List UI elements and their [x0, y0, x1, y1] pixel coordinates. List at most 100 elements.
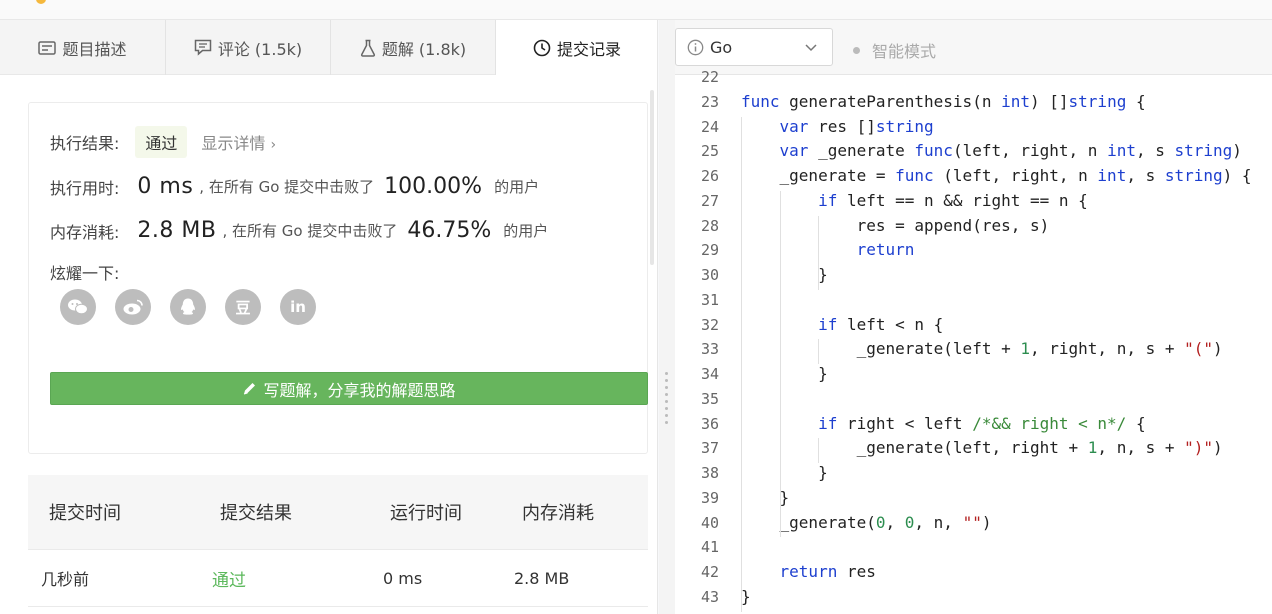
memory-label: 内存消耗:: [50, 222, 120, 242]
language-select[interactable]: Go: [675, 28, 833, 66]
indent-guide: [818, 438, 820, 463]
line-number: 36: [700, 414, 719, 433]
write-solution-button[interactable]: 写题解，分享我的解题思路: [50, 372, 648, 405]
runtime-users-text: 的用户: [494, 178, 540, 196]
chevron-down-icon: [804, 40, 818, 54]
line-number: 30: [700, 266, 719, 284]
panel-divider[interactable]: [659, 20, 675, 614]
weibo-icon[interactable]: [115, 289, 151, 325]
code-line: }: [741, 586, 751, 606]
code-line: _generate(left + 1, right, n, s + "("): [741, 339, 1223, 359]
code-line: }: [741, 487, 790, 507]
smart-mode-toggle[interactable]: 智能模式: [853, 38, 936, 62]
resize-handle[interactable]: [665, 372, 669, 432]
status-dot-icon: [853, 46, 860, 54]
line-number: 40: [700, 513, 719, 532]
pencil-icon: [242, 381, 257, 396]
douban-glyph: 豆: [235, 298, 251, 317]
info-icon: [687, 39, 704, 56]
qq-icon[interactable]: [170, 289, 206, 325]
tab-label: 评论 (1.5k): [217, 39, 303, 59]
show-details-label: 显示详情: [201, 134, 266, 153]
linkedin-glyph: in: [290, 298, 306, 316]
code-line: res = append(res, s): [741, 215, 1050, 235]
line-number: 34: [700, 365, 719, 383]
indent-guide: [818, 215, 820, 290]
memory-value: 2.8 MB: [137, 218, 217, 243]
row-runtime: 0 ms: [383, 568, 423, 588]
line-number: 41: [700, 538, 719, 557]
brand-dot: [36, 0, 46, 4]
language-value: Go: [710, 37, 733, 57]
line-number: 29: [700, 241, 719, 260]
code-line: if left == n && right == n {: [818, 190, 1088, 210]
show-details-link[interactable]: 显示详情 ›: [201, 130, 276, 154]
line-number: 42: [700, 563, 719, 581]
code-line: _generate(0, 0, n, ""): [741, 512, 992, 532]
line-number: 25: [700, 142, 719, 161]
row-submit-time: 几秒前: [41, 570, 90, 589]
flask-icon: [360, 39, 376, 57]
result-card: 执行结果: 通过 显示详情 › 执行用时: 0 ms , 在所有 Go 提交中击…: [28, 102, 648, 454]
line-number: 35: [700, 389, 719, 408]
line-number: 31: [700, 290, 719, 309]
clock-icon: [533, 39, 551, 57]
line-number: 28: [700, 216, 719, 235]
table-row[interactable]: 几秒前 通过 0 ms 2.8 MB: [28, 549, 648, 607]
tab-solutions[interactable]: 题解 (1.8k): [331, 20, 496, 75]
header-runtime: 运行时间: [390, 503, 462, 524]
tab-label: 提交记录: [556, 40, 621, 59]
line-number: 43: [700, 587, 719, 606]
comment-icon: [194, 39, 212, 56]
code-editor[interactable]: 22 23 func generateParenthesis(n int) []st…: [675, 68, 1272, 614]
indent-guide: [741, 116, 742, 612]
editor-panel: Go 智能模式 22 23 func generateParenthesis(n i…: [675, 20, 1272, 614]
wechat-icon[interactable]: [60, 289, 96, 325]
line-number: 39: [700, 488, 719, 507]
douban-icon[interactable]: 豆: [225, 289, 261, 325]
line-number: 27: [700, 191, 719, 210]
code-line: _generate(left, right + 1, n, s + ")"): [741, 438, 1223, 458]
submissions-table: 提交时间 提交结果 运行时间 内存消耗 几秒前 通过 0 ms 2.8 MB: [28, 475, 648, 607]
line-number: 33: [700, 340, 719, 359]
code-line: if right < left /*&& right < n*/ {: [818, 413, 1146, 433]
line-number: 38: [700, 464, 719, 482]
leetcode-app: 题目描述 评论 (1.5k) 题解 (1.8k) 提交记录 执行结果: 通过 显…: [0, 0, 1272, 614]
code-line: func generateParenthesis(n int) []string…: [741, 91, 1146, 111]
code-line: }: [741, 364, 828, 383]
tab-description[interactable]: 题目描述: [0, 20, 166, 75]
left-panel: 题目描述 评论 (1.5k) 题解 (1.8k) 提交记录 执行结果: 通过 显…: [0, 20, 658, 614]
linkedin-icon[interactable]: in: [280, 289, 316, 325]
share-label: 炫耀一下:: [50, 264, 120, 283]
runtime-label: 执行用时:: [50, 178, 120, 198]
chevron-right-icon: ›: [270, 137, 277, 153]
indent-guide: [779, 190, 781, 538]
tab-submissions[interactable]: 提交记录: [496, 20, 657, 76]
tab-label: 题解 (1.8k): [381, 39, 467, 59]
row-result-link[interactable]: 通过: [212, 566, 246, 591]
code-line: if left < n {: [818, 314, 944, 334]
header-memory: 内存消耗: [522, 503, 594, 524]
runtime-row: 执行用时: 0 ms , 在所有 Go 提交中击败了 100.00% 的用户: [50, 174, 539, 199]
table-header: 提交时间 提交结果 运行时间 内存消耗: [28, 475, 648, 549]
share-icons: 豆 in: [60, 289, 335, 325]
editor-toolbar: Go 智能模式: [675, 20, 1272, 75]
tab-bar: 题目描述 评论 (1.5k) 题解 (1.8k) 提交记录: [0, 20, 657, 76]
runtime-beat-text: , 在所有 Go 提交中击败了: [199, 178, 375, 196]
line-number: 23: [700, 92, 719, 111]
scrollbar[interactable]: [650, 90, 654, 265]
memory-beat-text: , 在所有 Go 提交中击败了: [222, 222, 398, 240]
code-line: return res: [779, 562, 876, 581]
line-number: 32: [700, 315, 719, 334]
tab-comments[interactable]: 评论 (1.5k): [166, 20, 331, 75]
share-row: 炫耀一下:: [50, 260, 119, 284]
top-bar: [0, 0, 1272, 20]
exec-result-row: 执行结果: 通过 显示详情 ›: [50, 126, 276, 158]
header-submit-time: 提交时间: [49, 503, 121, 524]
code-line: }: [741, 463, 828, 482]
row-memory: 2.8 MB: [514, 568, 570, 588]
memory-users-text: 的用户: [503, 222, 549, 240]
memory-row: 内存消耗: 2.8 MB , 在所有 Go 提交中击败了 46.75% 的用户: [50, 218, 548, 243]
memory-percent: 46.75%: [407, 218, 492, 243]
code-line: var res []string: [779, 116, 934, 136]
